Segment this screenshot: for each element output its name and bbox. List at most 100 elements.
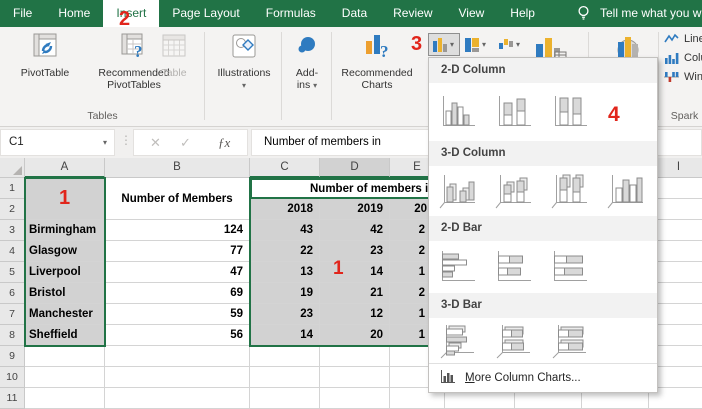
cell-B9[interactable] [105, 346, 250, 367]
cell-D10[interactable] [320, 367, 390, 388]
cell-C10[interactable] [250, 367, 320, 388]
row-header-4[interactable]: 4 [0, 241, 25, 262]
city-cell[interactable]: Birmingham [25, 220, 105, 241]
y2019-cell[interactable]: 23 [320, 241, 390, 262]
y2019-cell[interactable]: 14 [320, 262, 390, 283]
column-header-A[interactable]: A [25, 158, 105, 178]
cell-D11[interactable] [320, 388, 390, 409]
members-cell[interactable]: 59 [105, 304, 250, 325]
3d-stacked-column-icon[interactable] [494, 171, 534, 211]
city-cell[interactable]: Liverpool [25, 262, 105, 283]
cell-A9[interactable] [25, 346, 105, 367]
sparkline-column-label: Column [684, 52, 702, 64]
tab-formulas[interactable]: Formulas [253, 0, 329, 27]
cell-C11[interactable] [250, 388, 320, 409]
dropdown-section-2-d-column: 2-D Column [429, 58, 657, 83]
city-cell[interactable]: Bristol [25, 283, 105, 304]
insert-waterfall-chart-button[interactable]: ▾ [498, 33, 528, 56]
row-header-1[interactable]: 1 [0, 178, 25, 199]
row-header-9[interactable]: 9 [0, 346, 25, 367]
row-header-11[interactable]: 11 [0, 388, 25, 409]
tab-data[interactable]: Data [329, 0, 380, 27]
row-header-3[interactable]: 3 [0, 220, 25, 241]
column-header-B[interactable]: B [105, 158, 250, 178]
members-cell[interactable]: 56 [105, 325, 250, 346]
3d-100-stacked-bar-icon[interactable] [550, 321, 590, 361]
stacked-column-icon[interactable] [494, 92, 534, 132]
tab-file[interactable]: File [0, 0, 45, 27]
y2018-cell[interactable]: 19 [250, 283, 320, 304]
row-header-10[interactable]: 10 [0, 367, 25, 388]
members-cell[interactable]: 47 [105, 262, 250, 283]
y2019-cell[interactable]: 42 [320, 220, 390, 241]
row-header-7[interactable]: 7 [0, 304, 25, 325]
members-cell[interactable]: 77 [105, 241, 250, 262]
tell-me-box[interactable]: Tell me what you w [600, 0, 701, 27]
clustered-bar-icon[interactable] [438, 247, 478, 287]
tab-home[interactable]: Home [45, 0, 103, 27]
city-cell[interactable]: Sheffield [25, 325, 105, 346]
city-cell[interactable]: Glasgow [25, 241, 105, 262]
clustered-column-icon[interactable] [438, 92, 478, 132]
100-stacked-bar-icon[interactable] [550, 247, 590, 287]
y2018-cell[interactable]: 13 [250, 262, 320, 283]
row-header-6[interactable]: 6 [0, 283, 25, 304]
y2018-cell[interactable]: 22 [250, 241, 320, 262]
year-2018-header-cell[interactable]: 2018 [250, 199, 320, 220]
enter-icon[interactable]: ✓ [180, 130, 191, 155]
pivottable-button[interactable]: PivotTable [6, 31, 84, 79]
group-separator [658, 32, 659, 120]
city-cell[interactable]: Manchester [25, 304, 105, 325]
3d-100-stacked-column-icon[interactable] [550, 171, 590, 211]
3d-clustered-bar-icon[interactable] [438, 321, 478, 361]
row-header-8[interactable]: 8 [0, 325, 25, 346]
year-2019-header-cell[interactable]: 2019 [320, 199, 390, 220]
more-column-charts-item[interactable]: More Column Charts... [429, 363, 657, 391]
merged-cell-b1-b2[interactable]: Number of Members [105, 178, 250, 220]
y2018-cell[interactable]: 23 [250, 304, 320, 325]
cell-C9[interactable] [250, 346, 320, 367]
cell-D9[interactable] [320, 346, 390, 367]
3d-stacked-bar-icon[interactable] [494, 321, 534, 361]
100-stacked-column-icon[interactable] [550, 92, 590, 132]
sparkline-column-button[interactable]: Column [664, 52, 702, 64]
row-header-5[interactable]: 5 [0, 262, 25, 283]
tab-help[interactable]: Help [497, 0, 548, 27]
tab-view[interactable]: View [446, 0, 498, 27]
dropdown-section-3-d-bar: 3-D Bar [429, 293, 657, 318]
select-all-corner[interactable] [0, 158, 25, 178]
row-header-2[interactable]: 2 [0, 199, 25, 220]
illustrations-button[interactable]: Illustrations ▾ [212, 31, 276, 92]
cell-B11[interactable] [105, 388, 250, 409]
y2018-cell[interactable]: 14 [250, 325, 320, 346]
cancel-icon[interactable]: ✕ [150, 130, 161, 155]
sparkline-winloss-button[interactable]: Win/Loss [664, 71, 702, 83]
cell-B10[interactable] [105, 367, 250, 388]
tab-insert[interactable]: Insert [103, 0, 160, 27]
insert-hierarchy-chart-button[interactable]: ▾ [464, 33, 494, 56]
column-header-D[interactable]: D [320, 158, 390, 178]
cell-A10[interactable] [25, 367, 105, 388]
recommended-charts-button[interactable]: ? Recommended Charts [336, 31, 418, 91]
name-box-dropdown-arrow-icon[interactable]: ▾ [103, 130, 107, 155]
members-cell[interactable]: 124 [105, 220, 250, 241]
members-cell[interactable]: 69 [105, 283, 250, 304]
cell-A11[interactable] [25, 388, 105, 409]
name-box[interactable]: C1 ▾ [0, 129, 115, 156]
sparkline-line-button[interactable]: Line [664, 33, 702, 45]
tables-group-label: Tables [87, 110, 118, 122]
3d-column-icon[interactable] [606, 171, 646, 211]
stacked-bar-icon[interactable] [494, 247, 534, 287]
y2019-cell[interactable]: 12 [320, 304, 390, 325]
insert-function-icon[interactable]: ƒx [218, 130, 230, 155]
tab-page-layout[interactable]: Page Layout [159, 0, 252, 27]
y2019-cell[interactable]: 21 [320, 283, 390, 304]
add-ins-button[interactable]: Add- ins ▾ [285, 31, 329, 92]
3d-clustered-column-icon[interactable] [438, 171, 478, 211]
y2018-cell[interactable]: 43 [250, 220, 320, 241]
merged-cell-a1-a2[interactable]: 1 [25, 178, 105, 220]
y2019-cell[interactable]: 20 [320, 325, 390, 346]
column-header-C[interactable]: C [250, 158, 320, 178]
insert-column-chart-button[interactable]: ▾ [428, 33, 460, 56]
tab-review[interactable]: Review [380, 0, 445, 27]
